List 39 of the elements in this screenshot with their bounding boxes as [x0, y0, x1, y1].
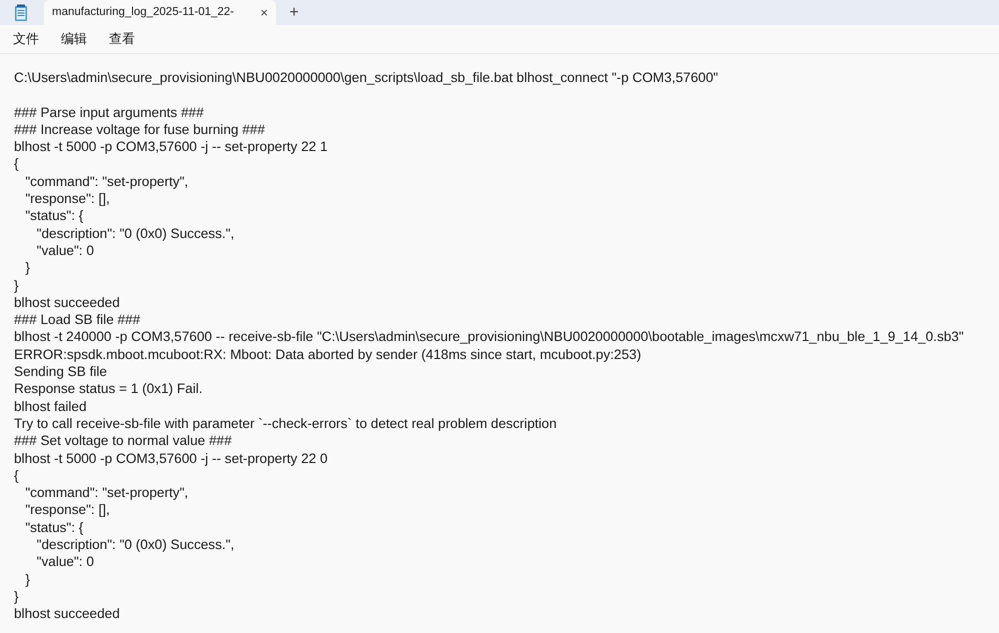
text-line: blhost -t 5000 -p COM3,57600 -j -- set-property 22 1	[14, 138, 328, 156]
text-line: "value": 0	[36, 242, 94, 260]
text-line: Response status = 1 (0x1) Fail.	[14, 380, 203, 398]
text-line: ### Set voltage to normal value ###	[14, 432, 232, 450]
file-tab[interactable]: manufacturing_log_2025-11-01_22- ×	[44, 0, 276, 25]
text-line: Sending SB file	[14, 363, 107, 380]
text-line: "status": {	[24, 518, 84, 536]
text-line: blhost -t 240000 -p COM3,57600 -- receive-sb-file "C:\Users\admin\secure_provisioning\NBU0020000000\bootable_images\mcxw71_nbu_ble_1_9_14_0.sb3"	[14, 328, 964, 346]
menu-item[interactable]: 文件	[12, 29, 40, 49]
text-line: "value": 0	[36, 553, 94, 571]
text-line: ### Increase voltage for fuse burning ###	[14, 120, 265, 138]
text-line: }	[14, 588, 19, 606]
notepad-icon	[14, 4, 28, 22]
text-line: {	[14, 466, 19, 484]
new-tab-button[interactable]: +	[276, 0, 312, 25]
text-line: blhost succeeded	[14, 294, 120, 312]
text-line: {	[14, 155, 19, 173]
text-line: Try to call receive-sb-file with parameter `--check-errors` to detect real problem description	[14, 414, 557, 432]
text-line: "status": {	[24, 207, 84, 225]
text-line: ### Parse input arguments ###	[14, 104, 204, 121]
text-line: }	[24, 570, 30, 588]
text-line: "response": [],	[24, 190, 110, 208]
text-line: blhost failed	[14, 398, 87, 415]
menu-item[interactable]: 查看	[108, 29, 136, 49]
text-line: "command": "set-property",	[24, 484, 188, 502]
text-line: ### Load SB file ###	[14, 311, 140, 328]
text-line: "description": "0 (0x0) Success.",	[36, 536, 234, 554]
text-line: blhost succeeded	[14, 605, 120, 622]
menu-item[interactable]: 编辑	[60, 29, 88, 49]
text-line: }	[14, 276, 19, 294]
close-button[interactable]: ×	[260, 6, 268, 19]
text-line: }	[24, 259, 30, 277]
text-line: blhost -t 5000 -p COM3,57600 -j -- set-property 22 0	[14, 450, 328, 467]
text-line: "description": "0 (0x0) Success.",	[36, 224, 234, 242]
tab-title: manufacturing_log_2025-11-01_22-	[52, 4, 236, 20]
text-line: "response": [],	[24, 501, 110, 519]
text-line: "command": "set-property",	[24, 172, 188, 190]
text-line: ERROR:spsdk.mboot.mcuboot:RX: Mboot: Data aborted by sender (418ms since start, mcuboot.py:253)	[14, 346, 642, 364]
text-line: C:\Users\admin\secure_provisioning\NBU0020000000\gen_scripts\load_sb_file.bat blhost_connect "-p COM3,57600"	[14, 69, 718, 86]
